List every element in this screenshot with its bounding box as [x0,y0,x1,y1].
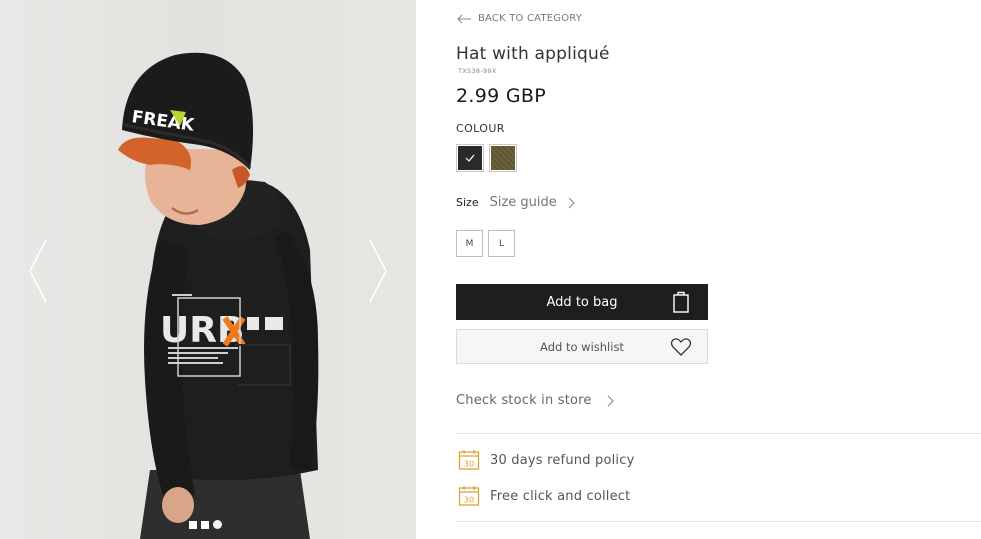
check-stock-label: Check stock in store [456,393,592,408]
divider [456,521,981,522]
size-options: M L [456,230,515,257]
gallery-pagination [189,520,222,529]
gallery-dot[interactable] [189,520,197,529]
size-guide-link[interactable]: Size guide [490,195,575,210]
add-to-bag-label: Add to bag [546,294,618,310]
chevron-right-icon [369,239,387,303]
add-to-wishlist-label: Add to wishlist [540,339,624,354]
heart-icon [670,338,692,356]
divider [456,433,981,434]
calendar-30-icon: 30 [458,486,480,506]
gallery-dot[interactable] [201,520,209,529]
size-label: Size [456,196,479,209]
chevron-right-icon [568,197,575,208]
chevron-left-icon [29,239,47,303]
perk-refund-policy: 30 30 days refund policy [458,449,634,471]
perk-click-collect: 30 Free click and collect [458,485,630,507]
back-to-category-label: BACK TO CATEGORY [478,13,583,24]
calendar-30-icon: 30 [458,450,480,470]
colour-swatch-black[interactable] [456,144,484,172]
size-option-m[interactable]: M [456,230,483,257]
gallery-dot-active[interactable] [213,520,222,529]
product-image-gallery[interactable]: FREAK URB [0,0,416,539]
product-photo: FREAK URB [118,52,319,539]
gallery-prev-button[interactable] [26,236,50,306]
size-option-l[interactable]: L [488,230,515,257]
size-guide-label: Size guide [489,195,557,210]
check-stock-link[interactable]: Check stock in store [456,393,614,408]
product-title: Hat with appliqué [456,44,610,64]
back-to-category-link[interactable]: BACK TO CATEGORY [456,13,582,24]
arrow-left-icon [457,14,471,23]
colour-swatches [456,144,517,172]
svg-text:30: 30 [464,460,475,469]
gallery-next-button[interactable] [366,236,390,306]
product-info-panel: BACK TO CATEGORY Hat with appliqué TXS38… [456,0,981,539]
add-to-wishlist-button[interactable]: Add to wishlist [456,329,708,364]
checkmark-icon [465,154,475,162]
svg-text:30: 30 [464,496,475,505]
product-price: 2.99 GBP [456,85,546,107]
shopping-bag-icon [673,291,689,313]
chevron-right-icon [607,395,614,406]
size-row: Size Size guide [456,195,575,210]
colour-swatch-khaki[interactable] [489,144,517,172]
colour-label: COLOUR [456,122,505,135]
perk-label: 30 days refund policy [490,452,635,468]
product-sku: TXS38-99X [458,67,497,75]
perk-label: Free click and collect [490,488,631,504]
add-to-bag-button[interactable]: Add to bag [456,284,708,320]
